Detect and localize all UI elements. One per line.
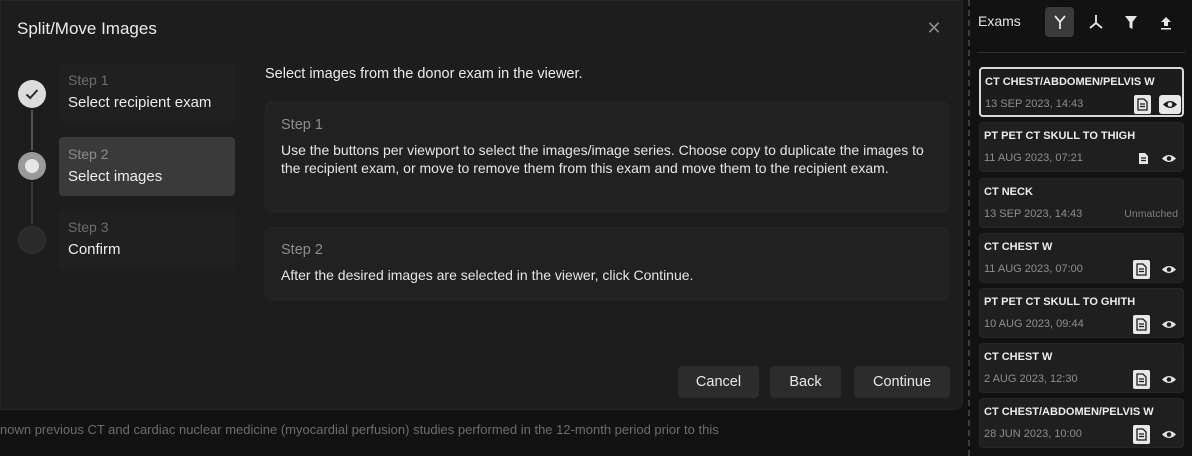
document-icon[interactable] bbox=[1133, 425, 1150, 444]
report-background-text: nown previous CT and cardiac nuclear med… bbox=[0, 422, 719, 437]
exam-item[interactable]: PT PET CT SKULL TO GHITH 10 AUG 2023, 09… bbox=[979, 288, 1184, 338]
exams-panel-title: Exams bbox=[978, 13, 1021, 29]
step-2-active-icon bbox=[18, 152, 46, 180]
split-merge-icon[interactable] bbox=[1045, 7, 1074, 37]
step-card-select-images[interactable]: Step 2 Select images bbox=[59, 137, 235, 196]
instruction-box-body: Use the buttons per viewport to select t… bbox=[281, 142, 924, 176]
instruction-box-step-1: Step 1 Use the buttons per viewport to s… bbox=[265, 102, 949, 212]
stepper-connector bbox=[31, 182, 33, 224]
exam-title: CT CHEST W bbox=[984, 241, 1053, 253]
panel-separator bbox=[977, 52, 1185, 53]
exam-title: PT PET CT SKULL TO THIGH bbox=[984, 130, 1136, 142]
exam-item[interactable]: CT CHEST/ABDOMEN/PELVIS W 13 SEP 2023, 1… bbox=[979, 67, 1184, 117]
split-down-icon[interactable] bbox=[1081, 7, 1110, 37]
eye-icon[interactable] bbox=[1159, 95, 1181, 114]
step-card-select-recipient[interactable]: Step 1 Select recipient exam bbox=[59, 63, 235, 122]
instruction-box-step-2: Step 2 After the desired images are sele… bbox=[265, 227, 949, 300]
exam-date: 13 SEP 2023, 14:43 bbox=[985, 98, 1084, 110]
exam-date: 13 SEP 2023, 14:43 bbox=[984, 208, 1083, 220]
exam-date: 28 JUN 2023, 10:00 bbox=[984, 428, 1082, 440]
exam-title: CT CHEST/ABDOMEN/PELVIS W bbox=[985, 76, 1155, 88]
step-3-pending-icon bbox=[18, 226, 46, 254]
exam-date: 11 AUG 2023, 07:21 bbox=[984, 152, 1083, 164]
exam-date: 10 AUG 2023, 09:44 bbox=[984, 318, 1084, 330]
step-number: Step 3 bbox=[68, 219, 109, 235]
close-icon[interactable]: ✕ bbox=[923, 17, 945, 39]
instruction-box-title: Step 2 bbox=[281, 242, 323, 258]
upload-icon[interactable] bbox=[1151, 7, 1180, 37]
instruction-box-title: Step 1 bbox=[281, 117, 323, 133]
step-label: Select images bbox=[68, 168, 163, 185]
back-button[interactable]: Back bbox=[770, 366, 841, 398]
instruction-text: Select images from the donor exam in the… bbox=[265, 66, 583, 82]
exam-date: 2 AUG 2023, 12:30 bbox=[984, 373, 1078, 385]
match-status-badge: Unmatched bbox=[1124, 208, 1178, 220]
exam-title: CT NECK bbox=[984, 186, 1033, 198]
panel-divider bbox=[968, 0, 970, 456]
document-icon[interactable] bbox=[1133, 315, 1150, 334]
exam-title: CT CHEST/ABDOMEN/PELVIS W bbox=[984, 406, 1154, 418]
step-label: Select recipient exam bbox=[68, 94, 212, 111]
exam-item[interactable]: CT CHEST W 2 AUG 2023, 12:30 bbox=[979, 343, 1184, 393]
exam-title: CT CHEST W bbox=[984, 351, 1053, 363]
cancel-button[interactable]: Cancel bbox=[678, 366, 759, 398]
step-label: Confirm bbox=[68, 241, 121, 258]
filter-icon[interactable] bbox=[1116, 7, 1145, 37]
split-move-images-dialog: Split/Move Images ✕ Step 1 Select recipi… bbox=[0, 0, 963, 410]
step-number: Step 2 bbox=[68, 146, 109, 162]
document-icon[interactable] bbox=[1133, 370, 1150, 389]
dialog-title: Split/Move Images bbox=[17, 19, 157, 38]
exam-date: 11 AUG 2023, 07:00 bbox=[984, 263, 1083, 275]
eye-icon[interactable] bbox=[1158, 315, 1180, 334]
exam-title: PT PET CT SKULL TO GHITH bbox=[984, 296, 1136, 308]
eye-icon[interactable] bbox=[1158, 260, 1180, 279]
step-1-complete-icon bbox=[18, 80, 46, 108]
step-card-confirm[interactable]: Step 3 Confirm bbox=[59, 210, 235, 269]
document-icon[interactable] bbox=[1135, 149, 1152, 168]
eye-icon[interactable] bbox=[1158, 149, 1180, 168]
document-icon[interactable] bbox=[1133, 260, 1150, 279]
exam-item[interactable]: CT CHEST/ABDOMEN/PELVIS W 28 JUN 2023, 1… bbox=[979, 398, 1184, 448]
document-icon[interactable] bbox=[1134, 95, 1151, 114]
continue-button[interactable]: Continue bbox=[854, 366, 950, 398]
eye-icon[interactable] bbox=[1158, 425, 1180, 444]
instruction-box-body: After the desired images are selected in… bbox=[281, 267, 694, 283]
exam-item[interactable]: CT CHEST W 11 AUG 2023, 07:00 bbox=[979, 233, 1184, 283]
eye-icon[interactable] bbox=[1158, 370, 1180, 389]
step-number: Step 1 bbox=[68, 72, 109, 88]
exam-item[interactable]: PT PET CT SKULL TO THIGH 11 AUG 2023, 07… bbox=[979, 122, 1184, 172]
stepper-connector bbox=[31, 110, 33, 150]
exam-item[interactable]: CT NECK 13 SEP 2023, 14:43 Unmatched bbox=[979, 178, 1184, 228]
